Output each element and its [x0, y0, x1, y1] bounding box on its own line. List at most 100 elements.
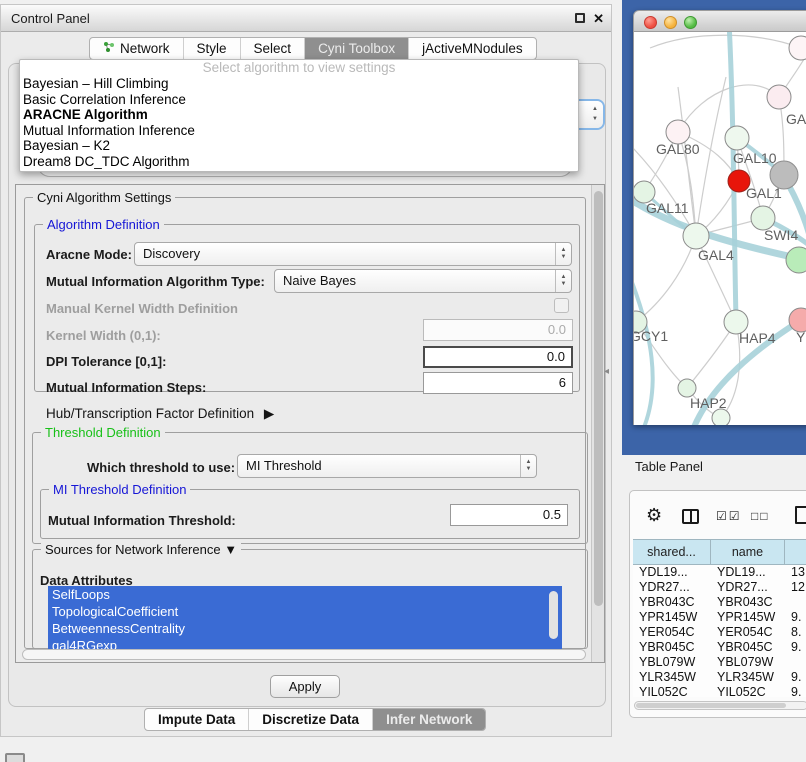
- table-cell: YBL079W: [711, 655, 785, 670]
- algorithm-option[interactable]: Bayesian – K2: [20, 138, 578, 154]
- tab-style[interactable]: Style: [183, 38, 240, 59]
- panel-toggle-button[interactable]: [5, 753, 25, 762]
- document-icon[interactable]: [795, 506, 806, 524]
- network-edge[interactable]: [636, 236, 696, 322]
- kernel-width-field[interactable]: 0.0: [423, 319, 573, 341]
- network-node[interactable]: [725, 126, 749, 150]
- hub-definition-label: Hub/Transcription Factor Definition: [46, 406, 254, 421]
- table-row[interactable]: YER054CYER054C8.: [633, 625, 806, 640]
- algorithm-definition-title: Algorithm Definition: [43, 217, 164, 232]
- select-all-columns-icon[interactable]: ☑☑: [716, 509, 742, 523]
- spinner-arrows-icon: ▲▼: [592, 104, 598, 124]
- gear-icon[interactable]: ⚙: [646, 505, 662, 526]
- algorithm-option[interactable]: Basic Correlation Inference: [20, 92, 578, 108]
- table-cell: YIL052C: [711, 685, 785, 697]
- table-row[interactable]: YDR27...YDR27...12: [633, 580, 806, 595]
- which-threshold-select[interactable]: MI Threshold ▲▼: [237, 454, 537, 478]
- tab-discretize-data[interactable]: Discretize Data: [248, 709, 372, 730]
- table-cell: YLR345W: [711, 670, 785, 685]
- network-edge[interactable]: [650, 35, 801, 48]
- sources-title[interactable]: Sources for Network Inference ▼: [41, 542, 241, 557]
- table-horizontal-scrollbar[interactable]: [634, 701, 806, 710]
- settings-horizontal-scrollbar[interactable]: [22, 649, 586, 660]
- data-attribute-item[interactable]: BetweennessCentrality: [48, 620, 562, 637]
- network-edge[interactable]: [696, 77, 726, 236]
- table-cell: [785, 655, 806, 670]
- data-attribute-item[interactable]: TopologicalCoefficient: [48, 603, 562, 620]
- mi-threshold-definition-title: MI Threshold Definition: [49, 482, 190, 497]
- network-icon: [103, 38, 115, 60]
- tab-impute-data[interactable]: Impute Data: [145, 709, 248, 730]
- node-label: GAL1: [746, 185, 782, 201]
- mi-algorithm-type-select[interactable]: Naive Bayes ▲▼: [274, 269, 572, 293]
- settings-vertical-scrollbar[interactable]: [591, 185, 604, 662]
- network-edge-highlighted[interactable]: [634, 272, 653, 425]
- algorithm-option[interactable]: Mutual Information Inference: [20, 123, 578, 139]
- list-scrollbar[interactable]: [549, 591, 558, 639]
- aracne-mode-select[interactable]: Discovery ▲▼: [134, 242, 572, 266]
- column-header[interactable]: shared...: [633, 540, 711, 564]
- network-node[interactable]: [683, 223, 709, 249]
- network-canvas[interactable]: GALGAL80GAL10GAL1GAL11SWI4GAL4GCY1HAP4YH…: [633, 32, 806, 425]
- mi-steps-field[interactable]: 6: [423, 372, 573, 394]
- table-cell: YLR345W: [633, 670, 711, 685]
- mi-algorithm-type-label: Mutual Information Algorithm Type:: [46, 274, 265, 289]
- scrollbar-thumb[interactable]: [636, 703, 786, 708]
- algorithm-option[interactable]: ARACNE Algorithm: [20, 107, 578, 123]
- dpi-tolerance-field[interactable]: 0.0: [423, 346, 573, 368]
- deselect-all-columns-icon[interactable]: □□: [751, 509, 770, 523]
- network-edge[interactable]: [678, 85, 779, 132]
- data-attributes-list[interactable]: SelfLoopsTopologicalCoefficientBetweenne…: [48, 586, 562, 653]
- apply-button[interactable]: Apply: [270, 675, 340, 698]
- table-cell: 9.: [785, 640, 806, 655]
- table-row[interactable]: YBR045CYBR045C9.: [633, 640, 806, 655]
- column-header[interactable]: name: [711, 540, 785, 564]
- hub-definition-expander[interactable]: Hub/Transcription Factor Definition ▶: [46, 406, 274, 422]
- close-traffic-light-icon[interactable]: [644, 16, 657, 29]
- aracne-mode-label: Aracne Mode:: [46, 247, 132, 262]
- algorithm-option[interactable]: Bayesian – Hill Climbing: [20, 76, 578, 92]
- table-cell: YDL19...: [711, 565, 785, 580]
- table-row[interactable]: YBL079WYBL079W: [633, 655, 806, 670]
- mi-steps-label: Mutual Information Steps:: [46, 380, 206, 395]
- table-cell: 9.: [785, 685, 806, 697]
- spinner-arrows-icon: ▲▼: [555, 270, 571, 292]
- manual-kernel-width-checkbox[interactable]: [554, 298, 569, 313]
- table-body: YDL19...YDL19...13YDR27...YDR27...12YBR0…: [633, 565, 806, 697]
- table-row[interactable]: YDL19...YDL19...13: [633, 565, 806, 580]
- network-node[interactable]: [767, 85, 791, 109]
- float-window-icon[interactable]: [575, 13, 585, 23]
- table-row[interactable]: YPR145WYPR145W9.: [633, 610, 806, 625]
- tab-jactivemnodules[interactable]: jActiveMNodules: [408, 38, 536, 59]
- tab-infer-network[interactable]: Infer Network: [372, 709, 485, 730]
- network-node[interactable]: [712, 409, 730, 425]
- node-label: GAL: [786, 111, 806, 127]
- which-threshold-label: Which threshold to use:: [87, 460, 235, 475]
- network-node[interactable]: [786, 247, 806, 273]
- table-row[interactable]: YIL052CYIL052C9.: [633, 685, 806, 697]
- which-threshold-value: MI Threshold: [246, 458, 322, 473]
- table-row[interactable]: YLR345WYLR345W9.: [633, 670, 806, 685]
- table-toolbar: ⚙ ☑☑ □□: [630, 501, 806, 535]
- mi-algorithm-type-value: Naive Bayes: [283, 273, 356, 288]
- algorithm-option[interactable]: Dream8 DC_TDC Algorithm: [20, 154, 578, 170]
- tab-network[interactable]: Network: [90, 38, 183, 59]
- threshold-definition-title: Threshold Definition: [41, 425, 165, 440]
- table-cell: YDR27...: [711, 580, 785, 595]
- scrollbar-thumb[interactable]: [594, 191, 603, 606]
- split-columns-icon[interactable]: [682, 509, 699, 524]
- zoom-traffic-light-icon[interactable]: [684, 16, 697, 29]
- column-header[interactable]: [785, 540, 806, 564]
- network-node[interactable]: [789, 36, 806, 60]
- table-row[interactable]: YBR043CYBR043C: [633, 595, 806, 610]
- close-icon[interactable]: ✕: [593, 5, 604, 32]
- node-label: GAL11: [646, 200, 689, 216]
- tab-cyni-toolbox[interactable]: Cyni Toolbox: [304, 38, 408, 59]
- mi-threshold-field[interactable]: 0.5: [450, 504, 568, 526]
- data-attribute-item[interactable]: SelfLoops: [48, 586, 562, 603]
- spinner-arrows-icon: ▲▼: [520, 455, 536, 477]
- tab-select[interactable]: Select: [240, 38, 305, 59]
- minimize-traffic-light-icon[interactable]: [664, 16, 677, 29]
- algorithm-popup-placeholder: Select algorithm to view settings: [20, 60, 578, 76]
- table-cell: [785, 595, 806, 610]
